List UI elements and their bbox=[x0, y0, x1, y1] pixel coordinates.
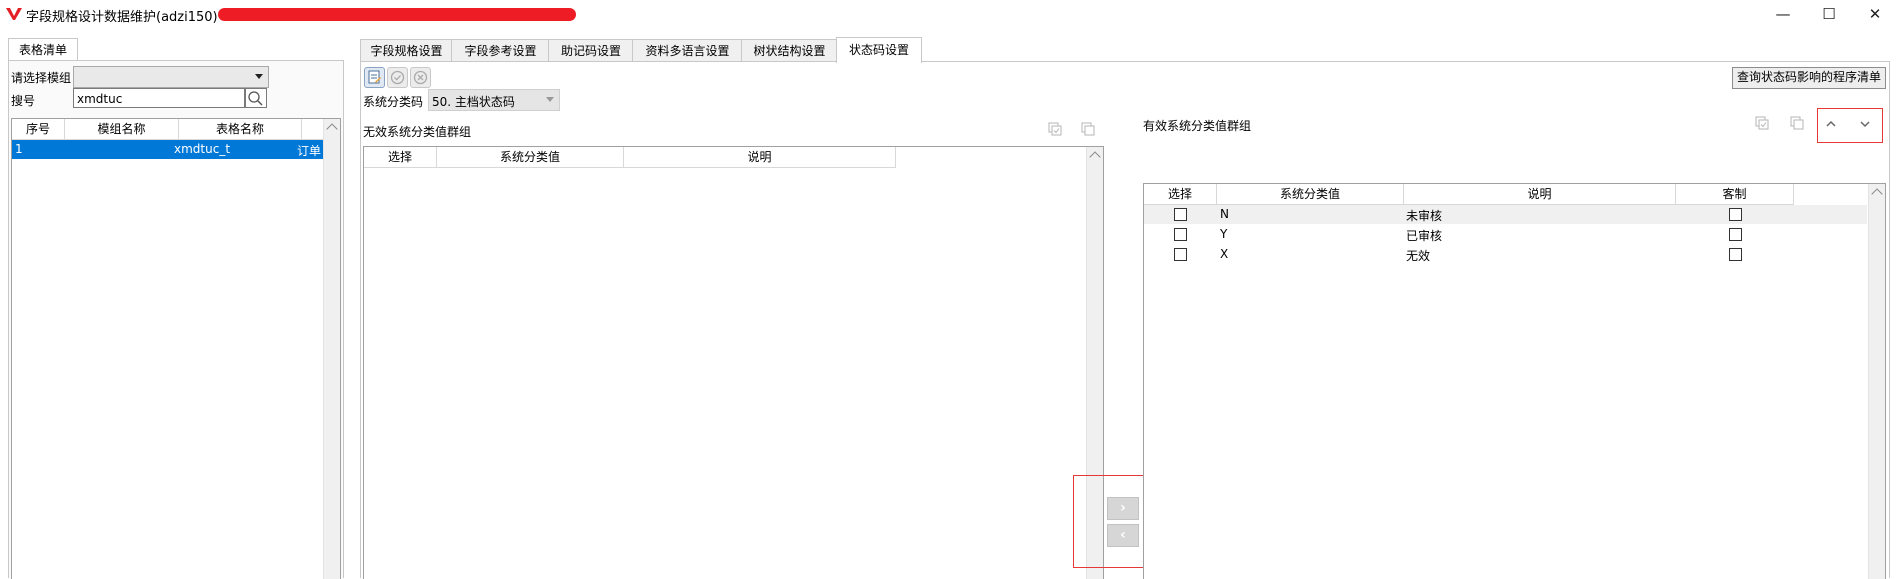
chevron-down-icon bbox=[255, 74, 263, 79]
category-select-value: 50. 主档状态码 bbox=[432, 95, 515, 109]
tab-table-list[interactable]: 表格清单 bbox=[8, 38, 78, 61]
left-grid-scrollbar[interactable] bbox=[323, 119, 340, 579]
minimize-button[interactable]: — bbox=[1760, 0, 1806, 28]
column-header-select[interactable]: 选择 bbox=[364, 147, 437, 168]
title-bar: 字段规格设计数据维护(adzi150) — ☐ ✕ bbox=[0, 0, 1896, 28]
column-header-value[interactable]: 系统分类值 bbox=[437, 147, 624, 168]
copy-icon[interactable] bbox=[1789, 115, 1805, 131]
query-affected-programs-button[interactable]: 查询状态码影响的程序清单 bbox=[1732, 67, 1886, 89]
invalid-group-label: 无效系统分类值群组 bbox=[363, 125, 472, 139]
module-select[interactable] bbox=[73, 66, 269, 88]
tab-multilanguage[interactable]: 资料多语言设置 bbox=[632, 39, 743, 62]
custom-checkbox[interactable] bbox=[1729, 228, 1742, 241]
copy-icon[interactable] bbox=[1080, 121, 1096, 137]
row-value: Y bbox=[1220, 227, 1228, 241]
category-select[interactable]: 50. 主档状态码 bbox=[428, 89, 560, 111]
chevron-up-icon[interactable] bbox=[1823, 116, 1839, 132]
window-title: 字段规格设计数据维护(adzi150) bbox=[26, 10, 218, 25]
confirm-button[interactable] bbox=[387, 67, 408, 88]
cancel-icon bbox=[413, 70, 428, 85]
row-extra: 订单 bbox=[297, 144, 322, 158]
table-row[interactable]: Y 已审核 bbox=[1144, 225, 1867, 244]
edit-button[interactable] bbox=[364, 67, 385, 88]
table-row[interactable]: 1 xmdtuc_t 订单 bbox=[12, 140, 324, 159]
app-logo-icon bbox=[6, 7, 22, 20]
search-button[interactable] bbox=[245, 88, 267, 108]
redacted-strip bbox=[218, 8, 576, 21]
tab-field-reference[interactable]: 字段参考设置 bbox=[451, 39, 550, 62]
column-header-table[interactable]: 表格名称 bbox=[179, 119, 302, 140]
row-table: xmdtuc_t bbox=[174, 142, 231, 156]
module-label: 请选择模组 bbox=[11, 71, 72, 85]
table-row[interactable]: X 无效 bbox=[1144, 245, 1867, 264]
column-header-desc[interactable]: 说明 bbox=[1404, 184, 1676, 205]
column-header-module[interactable]: 模组名称 bbox=[65, 119, 179, 140]
category-label: 系统分类码 bbox=[363, 95, 424, 109]
edit-icon bbox=[368, 70, 381, 84]
search-input[interactable]: xmdtuc bbox=[73, 88, 245, 108]
search-icon bbox=[248, 91, 263, 106]
custom-checkbox[interactable] bbox=[1729, 208, 1742, 221]
chevron-down-icon[interactable] bbox=[1857, 116, 1873, 132]
valid-group-label: 有效系统分类值群组 bbox=[1143, 119, 1252, 133]
column-header-extra[interactable] bbox=[302, 119, 325, 140]
valid-grid-scrollbar[interactable] bbox=[1868, 184, 1885, 579]
column-header-select[interactable]: 选择 bbox=[1144, 184, 1217, 205]
close-button[interactable]: ✕ bbox=[1852, 0, 1896, 28]
custom-checkbox[interactable] bbox=[1729, 248, 1742, 261]
column-header-value[interactable]: 系统分类值 bbox=[1217, 184, 1404, 205]
table-list-panel: 请选择模组 搜号 xmdtuc 序号 模组名称 表格名称 1 xmdtuc_t … bbox=[8, 60, 344, 579]
chevron-up-icon bbox=[326, 123, 338, 135]
row-seq: 1 bbox=[15, 142, 23, 156]
move-left-button[interactable]: ‹ bbox=[1107, 524, 1139, 547]
search-label: 搜号 bbox=[11, 94, 36, 108]
column-header-desc[interactable]: 说明 bbox=[624, 147, 896, 168]
row-value: N bbox=[1220, 207, 1229, 221]
maximize-button[interactable]: ☐ bbox=[1806, 0, 1852, 28]
chevron-down-icon bbox=[546, 97, 554, 102]
chevron-up-icon bbox=[1089, 151, 1101, 163]
invalid-values-grid: 选择 系统分类值 说明 bbox=[363, 146, 1104, 579]
cancel-button[interactable] bbox=[410, 67, 431, 88]
select-checkbox[interactable] bbox=[1174, 208, 1187, 221]
table-list-grid: 序号 模组名称 表格名称 1 xmdtuc_t 订单 bbox=[11, 118, 341, 579]
row-desc: 已审核 bbox=[1406, 229, 1443, 243]
status-code-panel: 系统分类码 50. 主档状态码 查询状态码影响的程序清单 无效系统分类值群组 选… bbox=[360, 61, 1890, 579]
row-desc: 无效 bbox=[1406, 249, 1431, 263]
tab-mnemonic[interactable]: 助记码设置 bbox=[548, 39, 634, 62]
row-value: X bbox=[1220, 247, 1229, 261]
tab-tree-structure[interactable]: 树状结构设置 bbox=[741, 39, 838, 62]
select-checkbox[interactable] bbox=[1174, 248, 1187, 261]
tab-status-code[interactable]: 状态码设置 bbox=[836, 37, 922, 63]
move-right-button[interactable]: › bbox=[1107, 497, 1139, 520]
chevron-up-icon bbox=[1871, 188, 1883, 200]
copy-all-icon[interactable] bbox=[1754, 115, 1770, 131]
row-desc: 未审核 bbox=[1406, 209, 1443, 223]
valid-values-grid: 选择 系统分类值 说明 客制 N 未审核 Y 已审核 X 无效 bbox=[1143, 183, 1886, 579]
column-header-seq[interactable]: 序号 bbox=[12, 119, 65, 140]
column-header-custom[interactable]: 客制 bbox=[1676, 184, 1794, 205]
select-checkbox[interactable] bbox=[1174, 228, 1187, 241]
check-icon bbox=[390, 70, 405, 85]
tab-field-spec[interactable]: 字段规格设置 bbox=[360, 39, 453, 62]
table-row[interactable]: N 未审核 bbox=[1144, 205, 1867, 224]
copy-all-icon[interactable] bbox=[1047, 121, 1063, 137]
